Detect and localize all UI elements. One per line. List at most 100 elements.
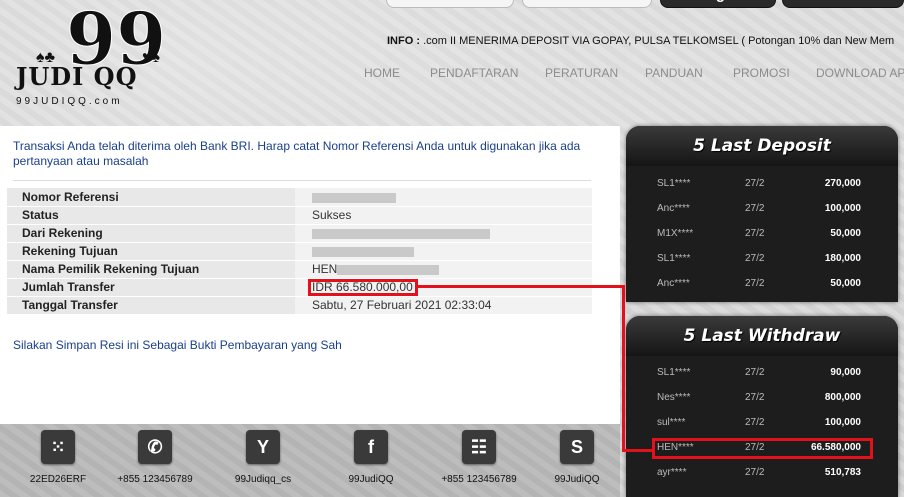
info-ticker: INFO : .com II MENERIMA DEPOSIT VIA GOPA… bbox=[387, 35, 904, 47]
deposit-name: Anc**** bbox=[657, 203, 690, 214]
highlight-connector bbox=[622, 449, 654, 452]
deposit-amount: 100,000 bbox=[824, 203, 861, 214]
facebook-icon: f bbox=[354, 430, 388, 464]
social-label: +855 123456789 bbox=[117, 474, 193, 485]
nav-home[interactable]: HOME bbox=[364, 66, 400, 80]
redacted-value bbox=[312, 228, 490, 239]
nav-peraturan[interactable]: PERATURAN bbox=[545, 66, 618, 80]
logo-subtitle: 99JUDIQQ.com bbox=[16, 96, 123, 107]
table-row: Status Sukses bbox=[7, 206, 592, 225]
deposit-name: SL1**** bbox=[657, 253, 691, 264]
redacted-value bbox=[312, 192, 396, 203]
row-label: Jumlah Transfer bbox=[7, 278, 295, 297]
social-facebook[interactable]: f 99JudiQQ bbox=[316, 430, 426, 485]
withdraw-amount: 66.580,000 bbox=[810, 442, 861, 453]
withdraw-date: 27/2 bbox=[745, 467, 765, 478]
list-item: ayr**** 27/2 510,783 bbox=[626, 460, 898, 485]
logo-text: JUDI QQ bbox=[16, 62, 138, 91]
deposit-title: 5 Last Deposit bbox=[626, 126, 898, 166]
row-value bbox=[295, 188, 592, 207]
row-label: Status bbox=[7, 206, 295, 225]
svg-text:♥♠: ♥♠ bbox=[142, 49, 161, 66]
row-label: Tanggal Transfer bbox=[7, 296, 295, 315]
wechat-icon: ☷ bbox=[462, 430, 496, 464]
last-deposit-panel: 5 Last Deposit SL1**** 27/2 270,000 Anc***… bbox=[626, 126, 898, 302]
deposit-name: SL1**** bbox=[657, 178, 691, 189]
withdraw-title: 5 Last Withdraw bbox=[626, 316, 898, 356]
list-item: SL1**** 27/2 90,000 bbox=[626, 360, 898, 385]
row-value: Sabtu, 27 Februari 2021 02:33:04 bbox=[295, 296, 592, 315]
withdraw-list: SL1**** 27/2 90,000 Nes**** 27/2 800,000 sul… bbox=[626, 356, 898, 485]
nav-pendaftaran[interactable]: PENDAFTARAN bbox=[430, 66, 518, 80]
list-item: Anc**** 27/2 50,000 bbox=[626, 271, 898, 296]
social-label: +855 123456789 bbox=[441, 474, 517, 485]
withdraw-date: 27/2 bbox=[745, 442, 765, 453]
withdraw-amount: 510,783 bbox=[824, 467, 861, 478]
withdraw-name: sul**** bbox=[657, 417, 686, 428]
blackberry-icon: ⁙ bbox=[41, 430, 75, 464]
social-skype[interactable]: S 99JudiQQ bbox=[522, 430, 632, 485]
info-prefix: INFO : bbox=[387, 35, 420, 47]
list-item: Nes**** 27/2 800,000 bbox=[626, 385, 898, 410]
deposit-date: 27/2 bbox=[745, 178, 765, 189]
header: Login Daftar 99 ♠♣ ♥♠ JUDI QQ 99JUDIQQ.c… bbox=[0, 0, 904, 120]
daftar-button[interactable]: Daftar bbox=[782, 0, 904, 8]
deposit-amount: 50,000 bbox=[830, 278, 861, 289]
row-value: Sukses bbox=[295, 206, 592, 225]
owner-name: HEN bbox=[312, 262, 338, 276]
skype-icon: S bbox=[560, 430, 594, 464]
logo[interactable]: 99 ♠♣ ♥♠ JUDI QQ 99JUDIQQ.com bbox=[14, 0, 174, 112]
save-receipt-message: Silakan Simpan Resi ini Sebagai Bukti Pe… bbox=[13, 338, 342, 352]
deposit-date: 27/2 bbox=[745, 278, 765, 289]
withdraw-name: ayr**** bbox=[657, 467, 687, 478]
table-row: Dari Rekening bbox=[7, 224, 592, 243]
deposit-list: SL1**** 27/2 270,000 Anc**** 27/2 100,000 M1… bbox=[626, 166, 898, 296]
redacted-value bbox=[312, 246, 414, 257]
withdraw-date: 27/2 bbox=[745, 367, 765, 378]
social-label: 99JudiQQ bbox=[554, 474, 600, 485]
withdraw-date: 27/2 bbox=[745, 392, 765, 403]
deposit-amount: 270,000 bbox=[824, 178, 861, 189]
last-withdraw-panel: 5 Last Withdraw SL1**** 27/2 90,000 Nes***… bbox=[626, 316, 898, 497]
row-value bbox=[295, 242, 592, 261]
row-label: Rekening Tujuan bbox=[7, 242, 295, 261]
divider bbox=[13, 180, 591, 181]
nav-download-apk[interactable]: DOWNLOAD APK bbox=[816, 66, 904, 80]
withdraw-name: HEN**** bbox=[657, 442, 694, 453]
highlight-connector bbox=[416, 285, 625, 288]
social-yahoo[interactable]: Y 99Judiqq_cs bbox=[208, 430, 318, 485]
confirmation-message: Transaksi Anda telah diterima oleh Bank … bbox=[13, 139, 581, 168]
withdraw-date: 27/2 bbox=[745, 417, 765, 428]
table-row: Rekening Tujuan bbox=[7, 242, 592, 261]
row-label: Nama Pemilik Rekening Tujuan bbox=[7, 260, 295, 279]
info-text: .com II MENERIMA DEPOSIT VIA GOPAY, PULS… bbox=[423, 35, 895, 47]
username-field[interactable] bbox=[386, 0, 514, 8]
list-item: SL1**** 27/2 270,000 bbox=[626, 171, 898, 196]
social-blackberry[interactable]: ⁙ 22ED26ERF bbox=[3, 430, 113, 485]
list-item: sul**** 27/2 100,000 bbox=[626, 410, 898, 435]
nav-panduan[interactable]: PANDUAN bbox=[645, 66, 703, 80]
withdraw-amount: 800,000 bbox=[824, 392, 861, 403]
deposit-amount: 180,000 bbox=[824, 253, 861, 264]
nav-promosi[interactable]: PROMOSI bbox=[733, 66, 790, 80]
deposit-date: 27/2 bbox=[745, 203, 765, 214]
yahoo-icon: Y bbox=[246, 430, 280, 464]
deposit-date: 27/2 bbox=[745, 228, 765, 239]
social-label: 99Judiqq_cs bbox=[234, 474, 292, 485]
login-button[interactable]: Login bbox=[660, 0, 776, 8]
list-item: Anc**** 27/2 100,000 bbox=[626, 196, 898, 221]
row-label: Nomor Referensi bbox=[7, 188, 295, 207]
social-phone[interactable]: ✆ +855 123456789 bbox=[100, 430, 210, 485]
row-label: Dari Rekening bbox=[7, 224, 295, 243]
social-wechat[interactable]: ☷ +855 123456789 bbox=[424, 430, 534, 485]
withdraw-amount: 90,000 bbox=[830, 367, 861, 378]
phone-icon: ✆ bbox=[138, 430, 172, 464]
withdraw-name: Nes**** bbox=[657, 392, 691, 403]
table-row: Tanggal Transfer Sabtu, 27 Februari 2021… bbox=[7, 296, 592, 315]
social-label: 99JudiQQ bbox=[348, 474, 394, 485]
transaction-table: Nomor Referensi Status Sukses Dari Reken… bbox=[7, 188, 592, 315]
table-row: Nomor Referensi bbox=[7, 188, 592, 207]
row-value bbox=[295, 224, 592, 243]
deposit-amount: 50,000 bbox=[830, 228, 861, 239]
password-field[interactable] bbox=[522, 0, 652, 8]
